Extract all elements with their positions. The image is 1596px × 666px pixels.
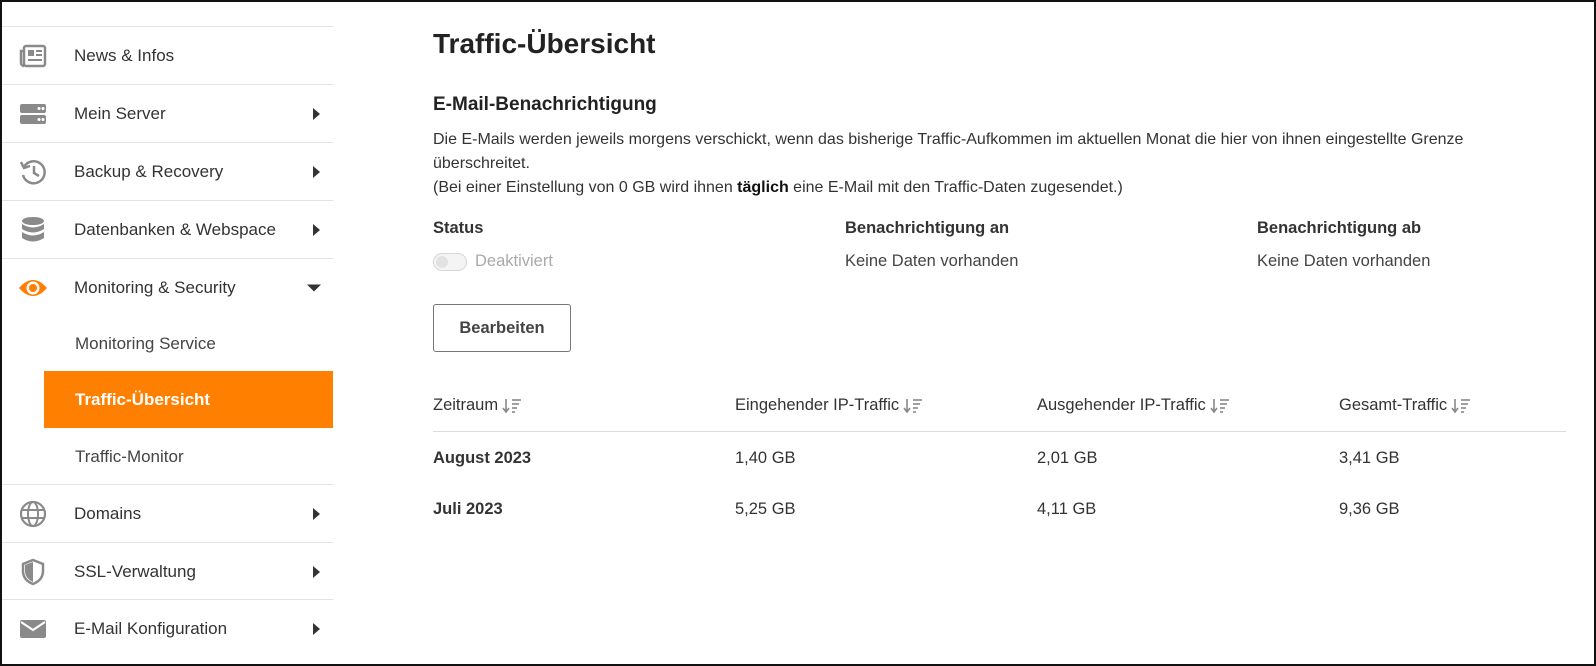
chevron-right-icon xyxy=(313,107,320,120)
sidebar-subitem-traffic-monitor[interactable]: Traffic-Monitor xyxy=(44,428,333,485)
sidebar-item-monitoring[interactable]: Monitoring & Security xyxy=(2,258,333,316)
column-header-period[interactable]: Zeitraum xyxy=(433,396,522,415)
sidebar-item-label: Mein Server xyxy=(74,103,166,123)
table-cell-period: Juli 2023 xyxy=(433,500,503,518)
sidebar-item-backup[interactable]: Backup & Recovery xyxy=(2,142,333,200)
sort-icon xyxy=(502,398,522,413)
edit-button[interactable]: Bearbeiten xyxy=(433,304,571,352)
eye-icon xyxy=(18,273,48,303)
description: Die E-Mails werden jeweils morgens versc… xyxy=(433,128,1558,200)
sidebar-item-server[interactable]: Mein Server xyxy=(2,84,333,142)
table-cell-outgoing: 4,11 GB xyxy=(1037,500,1097,518)
notify-off-header: Benachrichtigung ab xyxy=(1257,219,1422,237)
chevron-down-icon xyxy=(307,284,321,291)
sidebar-subitem-label: Monitoring Service xyxy=(75,333,216,353)
notify-off-value: Keine Daten vorhanden xyxy=(1257,252,1431,270)
table-cell-incoming: 5,25 GB xyxy=(735,500,796,518)
chevron-right-icon xyxy=(313,165,320,178)
description-line-1: Die E-Mails werden jeweils morgens versc… xyxy=(433,131,1464,172)
status-value: Deaktiviert xyxy=(475,252,553,270)
toggle-knob xyxy=(436,256,448,268)
status-header: Status xyxy=(433,219,484,237)
sidebar-item-label: Backup & Recovery xyxy=(74,161,224,181)
sidebar-item-label: E-Mail Konfiguration xyxy=(74,618,228,638)
sidebar-subitem-traffic-overview[interactable]: Traffic-Übersicht xyxy=(44,371,333,428)
sort-icon xyxy=(1451,398,1471,413)
sort-icon xyxy=(1210,398,1229,413)
table-cell-incoming: 1,40 GB xyxy=(735,449,796,467)
newspaper-icon xyxy=(18,41,48,71)
table-cell-total: 3,41 GB xyxy=(1339,449,1400,467)
chevron-right-icon xyxy=(313,622,320,635)
sidebar-item-domains[interactable]: Domains xyxy=(2,484,333,542)
database-icon xyxy=(18,215,48,245)
server-icon xyxy=(18,99,48,129)
sidebar-item-label: Monitoring & Security xyxy=(74,277,236,297)
sidebar-item-label: Domains xyxy=(74,503,142,523)
description-line-2: (Bei einer Einstellung von 0 GB wird ihn… xyxy=(433,179,1123,196)
table-cell-period: August 2023 xyxy=(433,449,532,467)
shield-icon xyxy=(18,557,48,587)
notify-on-value: Keine Daten vorhanden xyxy=(845,252,1019,270)
envelope-icon xyxy=(18,614,48,644)
sidebar-subitem-monitoring-service[interactable]: Monitoring Service xyxy=(44,315,333,372)
sidebar-item-label: News & Infos xyxy=(74,45,175,65)
table-divider xyxy=(433,431,1566,432)
sidebar: News & Infos Mein Server Backup & Recove… xyxy=(2,2,333,664)
sidebar-item-databases[interactable]: Datenbanken & Webspace xyxy=(2,200,333,258)
table-cell-outgoing: 2,01 GB xyxy=(1037,449,1098,467)
page-title: Traffic-Übersicht xyxy=(433,28,656,59)
globe-icon xyxy=(18,499,48,529)
sidebar-item-label: SSL-Verwaltung xyxy=(74,561,196,581)
table-cell-total: 9,36 GB xyxy=(1339,500,1400,518)
sidebar-item-news[interactable]: News & Infos xyxy=(2,26,333,84)
sidebar-subitem-label: Traffic-Übersicht xyxy=(75,389,211,409)
chevron-right-icon xyxy=(313,507,320,520)
column-header-outgoing[interactable]: Ausgehender IP-Traffic xyxy=(1037,396,1230,415)
chevron-right-icon xyxy=(313,565,320,578)
chevron-right-icon xyxy=(313,223,320,236)
section-title: E-Mail-Benachrichtigung xyxy=(433,94,657,115)
notify-on-header: Benachrichtigung an xyxy=(845,219,1010,237)
sidebar-item-label: Datenbanken & Webspace xyxy=(74,219,276,239)
sidebar-item-email[interactable]: E-Mail Konfiguration xyxy=(2,599,333,657)
column-header-total[interactable]: Gesamt-Traffic xyxy=(1339,396,1471,415)
status-toggle[interactable] xyxy=(433,253,467,271)
history-icon xyxy=(18,157,48,187)
column-header-incoming[interactable]: Eingehender IP-Traffic xyxy=(735,396,923,415)
sidebar-item-ssl[interactable]: SSL-Verwaltung xyxy=(2,542,333,600)
sidebar-subitem-label: Traffic-Monitor xyxy=(75,446,184,466)
sort-icon xyxy=(903,398,923,413)
